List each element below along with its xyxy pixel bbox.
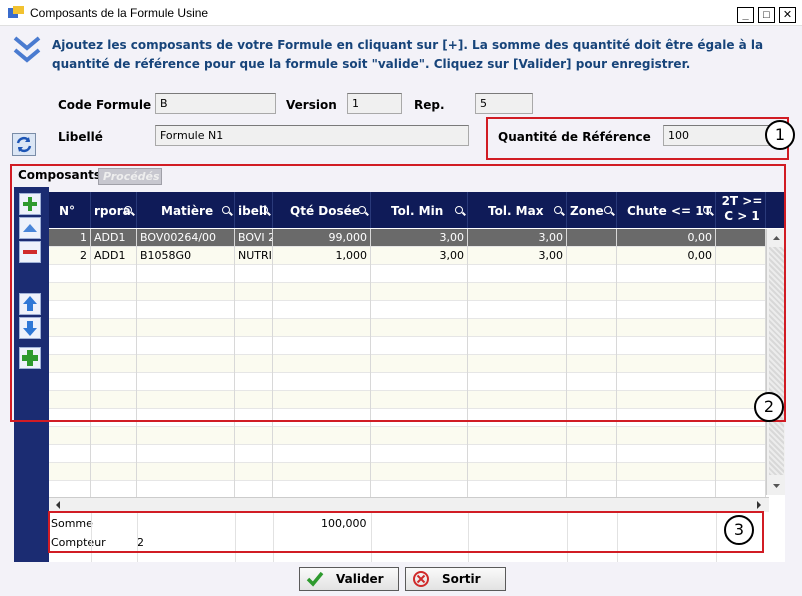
table-cell[interactable] bbox=[273, 445, 371, 463]
footer-highlight-frame bbox=[48, 511, 764, 553]
table-cell[interactable] bbox=[273, 427, 371, 445]
instructions-text: Ajoutez les composants de votre Formule … bbox=[52, 38, 764, 71]
table-cell[interactable] bbox=[137, 463, 235, 481]
table-cell[interactable] bbox=[91, 427, 137, 445]
sortir-label: Sortir bbox=[442, 572, 481, 586]
table-cell[interactable] bbox=[91, 445, 137, 463]
rep-field[interactable]: 5 bbox=[475, 93, 533, 114]
valider-label: Valider bbox=[336, 572, 384, 586]
rep-label: Rep. bbox=[414, 98, 445, 112]
callout-badge-2: 2 bbox=[754, 392, 784, 422]
table-cell[interactable] bbox=[716, 445, 766, 463]
quantite-reference-label: Quantité de Référence bbox=[498, 130, 651, 144]
table-row[interactable] bbox=[49, 463, 766, 481]
table-cell[interactable] bbox=[617, 463, 716, 481]
code-formule-label: Code Formule bbox=[58, 98, 152, 112]
version-field[interactable]: 1 bbox=[347, 93, 402, 114]
table-cell[interactable] bbox=[468, 463, 567, 481]
minimize-button[interactable]: _ bbox=[737, 7, 754, 23]
checkmark-icon bbox=[306, 571, 324, 587]
table-cell[interactable] bbox=[49, 463, 91, 481]
refresh-button[interactable] bbox=[12, 133, 36, 156]
cancel-icon bbox=[413, 571, 429, 587]
table-cell[interactable] bbox=[137, 427, 235, 445]
table-cell[interactable] bbox=[468, 427, 567, 445]
table-cell[interactable] bbox=[567, 463, 617, 481]
table-cell[interactable] bbox=[371, 463, 468, 481]
scroll-right-icon bbox=[757, 501, 761, 509]
table-cell[interactable] bbox=[235, 463, 273, 481]
scroll-left-icon bbox=[56, 501, 60, 509]
table-cell[interactable] bbox=[235, 427, 273, 445]
libelle-label: Libellé bbox=[58, 130, 103, 144]
table-cell[interactable] bbox=[617, 427, 716, 445]
table-cell[interactable] bbox=[716, 427, 766, 445]
refresh-icon bbox=[16, 136, 32, 153]
table-cell[interactable] bbox=[567, 427, 617, 445]
table-cell[interactable] bbox=[137, 445, 235, 463]
table-row[interactable] bbox=[49, 427, 766, 445]
table-cell[interactable] bbox=[468, 445, 567, 463]
libelle-field[interactable]: Formule N1 bbox=[155, 125, 469, 146]
table-cell[interactable] bbox=[91, 463, 137, 481]
table-cell[interactable] bbox=[371, 427, 468, 445]
callout-badge-1: 1 bbox=[765, 120, 795, 150]
valider-button[interactable]: Valider bbox=[299, 567, 399, 591]
quantite-reference-field[interactable]: 100 bbox=[663, 125, 775, 146]
maximize-button[interactable]: □ bbox=[758, 7, 775, 23]
window-title: Composants de la Formule Usine bbox=[30, 6, 209, 20]
table-cell[interactable] bbox=[371, 445, 468, 463]
scroll-down-icon bbox=[773, 484, 780, 488]
table-cell[interactable] bbox=[716, 463, 766, 481]
sortir-button[interactable]: Sortir bbox=[405, 567, 506, 591]
table-cell[interactable] bbox=[567, 445, 617, 463]
table-cell[interactable] bbox=[235, 445, 273, 463]
table-cell[interactable] bbox=[49, 445, 91, 463]
chevron-logo-icon bbox=[13, 36, 41, 63]
table-cell[interactable] bbox=[49, 427, 91, 445]
table-cell[interactable] bbox=[273, 463, 371, 481]
table-row[interactable] bbox=[49, 445, 766, 463]
version-label: Version bbox=[286, 98, 337, 112]
horizontal-scrollbar[interactable] bbox=[49, 497, 769, 512]
callout-badge-3: 3 bbox=[724, 515, 754, 545]
title-bar: Composants de la Formule Usine _ □ ✕ bbox=[0, 0, 802, 26]
code-formule-field[interactable]: B bbox=[155, 93, 276, 114]
app-icon bbox=[8, 6, 24, 18]
table-cell[interactable] bbox=[617, 445, 716, 463]
close-button[interactable]: ✕ bbox=[779, 7, 796, 23]
grid-highlight-frame bbox=[10, 164, 786, 422]
